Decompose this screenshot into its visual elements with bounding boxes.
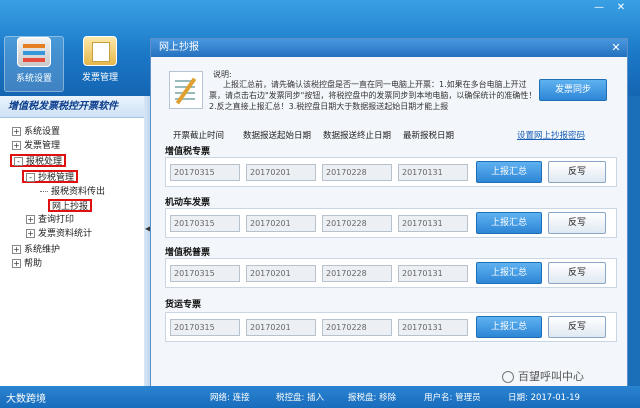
collapse-icon[interactable]: -	[14, 157, 23, 166]
latest-report-field: 20170131	[398, 319, 468, 336]
expand-icon[interactable]: +	[12, 127, 21, 136]
rewrite-button[interactable]: 反写	[548, 161, 606, 183]
expand-icon[interactable]: +	[12, 259, 21, 268]
invoice-deadline-field: 20170315	[170, 265, 240, 282]
invoice-folder-icon	[83, 36, 117, 66]
status-taxdisk: 税控盘: 插入	[276, 393, 325, 403]
invoice-deadline-field: 20170315	[170, 215, 240, 232]
latest-report-field: 20170131	[398, 215, 468, 232]
section-vat-general: 20170315 20170201 20170228 20170131 上报汇总…	[165, 258, 617, 288]
section-vat-special: 20170315 20170201 20170228 20170131 上报汇总…	[165, 157, 617, 187]
status-reportdisk: 报税盘: 移除	[348, 393, 397, 403]
section-title: 增值税普票	[165, 248, 211, 258]
tree-item-copy-tax-management[interactable]: - 抄税管理	[22, 170, 79, 183]
settings-icon	[17, 37, 51, 67]
section-title: 机动车发票	[165, 198, 211, 208]
report-end-field: 20170228	[322, 164, 392, 181]
tree-item-online-report[interactable]: 网上抄报	[48, 199, 93, 212]
status-username: 用户名: 管理员	[424, 393, 481, 403]
tree-item-query-print[interactable]: + 查询打印	[26, 214, 74, 227]
col-header-report-end: 数据报送终止日期	[323, 131, 392, 141]
report-end-field: 20170228	[322, 319, 392, 336]
watermark: 百望呼叫中心	[502, 368, 584, 384]
tree-item-system-maintenance[interactable]: + 系统维护	[12, 244, 60, 257]
status-network: 网络: 连接	[210, 393, 250, 403]
report-summary-button[interactable]: 上报汇总	[476, 161, 542, 183]
section-title: 增值税专票	[165, 147, 211, 157]
expand-icon[interactable]: +	[12, 245, 21, 254]
report-end-field: 20170228	[322, 265, 392, 282]
tree-item-system-settings[interactable]: + 系统设置	[12, 126, 60, 139]
col-header-latest-report: 最新报税日期	[403, 131, 455, 141]
tree-item-tax-processing[interactable]: - 报税处理	[10, 154, 67, 167]
rewrite-button[interactable]: 反写	[548, 262, 606, 284]
toolbar-label: 系统设置	[15, 74, 52, 84]
close-window-button[interactable]: ✕	[614, 2, 628, 14]
report-start-field: 20170201	[246, 215, 316, 232]
col-header-report-start: 数据报送起始日期	[243, 131, 312, 141]
collapse-icon[interactable]: -	[26, 173, 35, 182]
tree-item-help[interactable]: + 帮助	[12, 258, 42, 271]
sidebar-title: 增值税发票税控开票软件	[0, 96, 147, 118]
notepad-icon	[169, 71, 203, 109]
note-text: 上报汇总前，请先确认该税控盘是否一直在同一电脑上开票：1.如果在多台电脑上开过票…	[209, 80, 537, 111]
toolbar-label: 发票管理	[81, 73, 118, 83]
section-freight-special: 20170315 20170201 20170228 20170131 上报汇总…	[165, 312, 617, 342]
online-report-dialog: 网上抄报 ✕ 说明: 上报汇总前，请先确认该税控盘是否一直在同一电脑上开票：1.…	[150, 38, 628, 388]
section-motor-vehicle: 20170315 20170201 20170228 20170131 上报汇总…	[165, 208, 617, 238]
tree-item-tax-data-export[interactable]: 报税资料传出	[40, 186, 105, 199]
report-start-field: 20170201	[246, 319, 316, 336]
tree-item-invoice-management[interactable]: + 发票管理	[12, 140, 60, 153]
invoice-deadline-field: 20170315	[170, 164, 240, 181]
tree-item-invoice-statistics[interactable]: + 发票资料统计	[26, 228, 92, 241]
dialog-close-icon[interactable]: ✕	[609, 41, 623, 55]
rewrite-button[interactable]: 反写	[548, 316, 606, 338]
col-header-invoice-deadline: 开票截止时间	[173, 131, 225, 141]
report-start-field: 20170201	[246, 164, 316, 181]
brand-logo: 大数跨境	[6, 394, 46, 405]
invoice-deadline-field: 20170315	[170, 319, 240, 336]
expand-icon[interactable]: +	[26, 229, 35, 238]
latest-report-field: 20170131	[398, 164, 468, 181]
status-bar: 大数跨境 网络: 连接 税控盘: 插入 报税盘: 移除 用户名: 管理员 日期:…	[0, 386, 640, 408]
toolbar-system-settings[interactable]: 系统设置	[4, 36, 64, 92]
rewrite-button[interactable]: 反写	[548, 212, 606, 234]
report-summary-button[interactable]: 上报汇总	[476, 262, 542, 284]
report-end-field: 20170228	[322, 215, 392, 232]
wechat-icon	[502, 371, 514, 383]
report-summary-button[interactable]: 上报汇总	[476, 316, 542, 338]
section-title: 货运专票	[165, 300, 202, 310]
expand-icon[interactable]: +	[26, 215, 35, 224]
toolbar-invoice-management[interactable]: 发票管理	[70, 36, 130, 92]
report-summary-button[interactable]: 上报汇总	[476, 212, 542, 234]
invoice-sync-button[interactable]: 发票同步	[539, 79, 607, 101]
dialog-title: 网上抄报	[151, 39, 627, 57]
latest-report-field: 20170131	[398, 265, 468, 282]
minimize-button[interactable]: —	[592, 2, 606, 14]
status-date: 日期: 2017-01-19	[508, 393, 580, 403]
sidebar: 增值税发票税控开票软件 + 系统设置 + 发票管理 - 报税处理 - 抄税管理 报税资料…	[0, 96, 148, 386]
report-start-field: 20170201	[246, 265, 316, 282]
expand-icon[interactable]: +	[12, 141, 21, 150]
set-password-link[interactable]: 设置网上抄报密码	[517, 129, 585, 141]
